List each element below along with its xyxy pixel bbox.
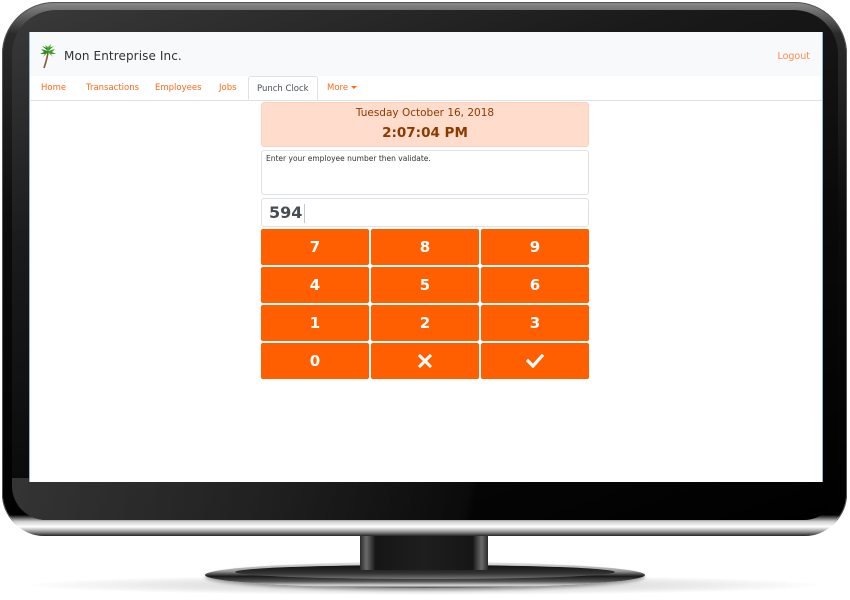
top-navbar: Mon Entreprise Inc. Logout (30, 32, 822, 76)
key-4[interactable]: 4 (261, 267, 369, 303)
brand[interactable]: Mon Entreprise Inc. (39, 43, 182, 69)
caret-down-icon (351, 86, 358, 89)
key-9[interactable]: 9 (481, 229, 589, 265)
screen: Mon Entreprise Inc. Logout Home Transact… (29, 32, 823, 482)
nav-tabs: Home Transactions Employees Jobs Punch C… (30, 76, 822, 101)
instruction-message: Enter your employee number then validate… (266, 154, 431, 163)
message-box: Enter your employee number then validate… (261, 150, 589, 195)
validate-button[interactable] (481, 343, 589, 379)
palm-tree-icon (40, 44, 56, 69)
tab-more-label: More (327, 83, 349, 93)
tab-home[interactable]: Home (41, 76, 66, 100)
tab-jobs[interactable]: Jobs (219, 76, 237, 100)
key-8[interactable]: 8 (371, 229, 479, 265)
monitor-stand-neck (360, 532, 488, 570)
clock-display: Tuesday October 16, 2018 2:07:04 PM (261, 102, 589, 147)
keypad: 7 8 9 4 5 6 1 2 3 0 (261, 229, 589, 381)
clock-date: Tuesday October 16, 2018 (355, 107, 495, 119)
check-icon (526, 354, 544, 368)
key-3[interactable]: 3 (481, 305, 589, 341)
tab-punch-clock[interactable]: Punch Clock (248, 76, 318, 100)
clock-time: 2:07:04 PM (382, 125, 468, 141)
times-icon (418, 354, 432, 368)
clear-button[interactable] (371, 343, 479, 379)
monitor-bezel-glare (12, 478, 838, 520)
tab-employees[interactable]: Employees (155, 76, 202, 100)
key-7[interactable]: 7 (261, 229, 369, 265)
key-2[interactable]: 2 (371, 305, 479, 341)
employee-number-value: 594 (269, 203, 303, 222)
key-5[interactable]: 5 (371, 267, 479, 303)
tab-transactions[interactable]: Transactions (86, 76, 139, 100)
key-0[interactable]: 0 (261, 343, 369, 379)
brand-name: Mon Entreprise Inc. (64, 49, 182, 63)
key-6[interactable]: 6 (481, 267, 589, 303)
tab-more[interactable]: More (327, 76, 358, 100)
text-cursor (304, 204, 305, 223)
logout-link[interactable]: Logout (777, 51, 810, 62)
key-1[interactable]: 1 (261, 305, 369, 341)
employee-number-input[interactable]: 594 (261, 198, 589, 227)
